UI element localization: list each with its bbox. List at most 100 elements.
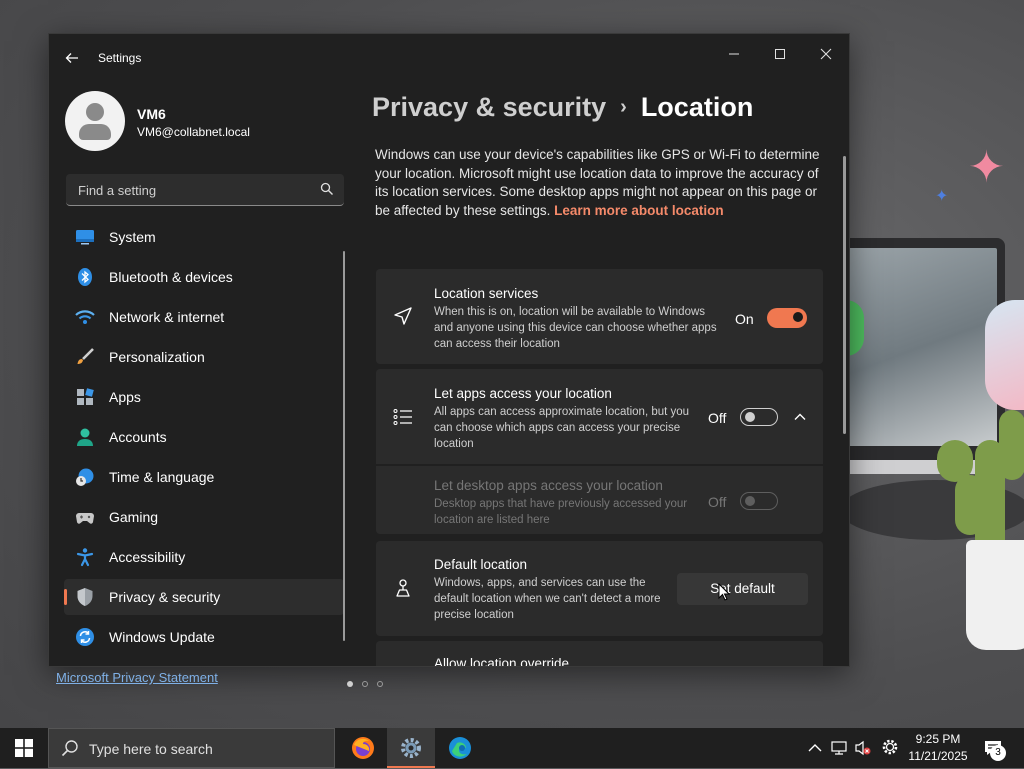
shield-icon (77, 588, 93, 606)
page-description: Windows can use your device's capabiliti… (375, 146, 830, 220)
sidebar-item-bluetooth[interactable]: Bluetooth & devices (64, 259, 344, 295)
clock-date: 11/21/2025 (908, 749, 968, 763)
apps-access-card[interactable]: Let apps access your location All apps c… (376, 369, 823, 464)
minimize-button[interactable] (711, 40, 757, 70)
sidebar-item-personalization[interactable]: Personalization (64, 339, 344, 375)
pager-dot[interactable] (362, 681, 368, 687)
breadcrumb: Privacy & security › Location (372, 92, 753, 123)
sparkle-small-icon: ✦ (935, 188, 949, 205)
navigation-arrow-icon (394, 307, 412, 325)
taskbar-app-edge[interactable] (436, 728, 484, 768)
person-icon (77, 428, 93, 446)
volume-muted-icon[interactable] (854, 739, 872, 757)
taskbar-search-box (48, 728, 335, 769)
windows-logo-icon (15, 739, 33, 757)
chevron-up-icon[interactable] (806, 739, 824, 757)
settings-search-box (66, 174, 344, 206)
content-scrollbar[interactable] (843, 156, 846, 434)
card-title: Location services (434, 286, 539, 301)
sidebar-item-system[interactable]: System (64, 219, 344, 255)
wallpaper-cactus (935, 400, 1024, 560)
person-pin-icon (396, 579, 410, 597)
chevron-right-icon: › (620, 96, 627, 118)
sidebar-item-label: Network & internet (109, 309, 225, 325)
card-title: Let desktop apps access your location (434, 478, 663, 493)
sidebar-item-label: Accounts (109, 429, 167, 445)
taskbar-search-input[interactable] (87, 729, 321, 769)
back-button[interactable] (61, 47, 83, 69)
chevron-up-icon[interactable] (793, 410, 807, 424)
search-input[interactable] (76, 174, 310, 206)
desktop-apps-card: Let desktop apps access your location De… (376, 466, 823, 534)
maximize-button[interactable] (757, 40, 803, 70)
location-services-toggle[interactable] (767, 308, 807, 328)
wallpaper-pink-shape (985, 300, 1024, 410)
taskbar-app-settings[interactable] (387, 728, 435, 768)
learn-more-link[interactable]: Learn more about location (554, 203, 724, 218)
gamepad-icon (76, 513, 94, 524)
sidebar-item-privacy-security[interactable]: Privacy & security (64, 579, 344, 615)
sidebar-item-network[interactable]: Network & internet (64, 299, 344, 335)
pager-dot-active[interactable] (347, 681, 353, 687)
pager-dot[interactable] (377, 681, 383, 687)
wifi-icon (75, 310, 95, 324)
maximize-icon (775, 49, 785, 59)
network-icon[interactable] (830, 739, 848, 757)
globe-clock-icon (76, 468, 94, 486)
search-icon[interactable] (320, 182, 334, 196)
apps-access-toggle[interactable] (740, 408, 778, 426)
sidebar-scrollbar[interactable] (343, 251, 345, 641)
taskbar-app-firefox[interactable] (339, 728, 387, 768)
sidebar-item-label: Apps (109, 389, 141, 405)
settings-window: Settings VM6 VM6@collabnet.local System … (48, 33, 850, 667)
user-email: VM6@collabnet.local (137, 125, 250, 139)
location-services-card: Location services When this is on, locat… (376, 269, 823, 364)
app-title: Settings (98, 51, 142, 65)
toggle-state-label: Off (708, 494, 727, 510)
sparkle-icon: ✦ (968, 143, 1005, 192)
sidebar-item-label: Time & language (109, 469, 215, 485)
edge-icon (449, 737, 471, 759)
arrow-left-icon (65, 53, 78, 63)
sidebar-item-gaming[interactable]: Gaming (64, 499, 344, 535)
card-description: All apps can access approximate location… (434, 406, 690, 450)
close-icon (820, 48, 832, 60)
accessibility-icon (76, 548, 94, 567)
title-bar: Settings (49, 34, 849, 82)
sidebar-item-label: Bluetooth & devices (109, 269, 233, 285)
sidebar-item-label: Gaming (109, 509, 159, 525)
card-description: When this is on, location will be availa… (434, 306, 717, 350)
firefox-icon (352, 737, 374, 759)
sidebar-item-time-language[interactable]: Time & language (64, 459, 344, 495)
update-icon (76, 628, 94, 646)
set-default-button[interactable]: Set default (677, 573, 808, 605)
sidebar-item-apps[interactable]: Apps (64, 379, 344, 415)
settings-gear-icon (401, 738, 421, 758)
pager-dots (347, 674, 392, 692)
page-title: Location (640, 92, 754, 122)
sidebar-nav: System Bluetooth & devices Network & int… (64, 219, 344, 659)
brush-icon (77, 348, 94, 364)
close-button[interactable] (803, 40, 849, 70)
privacy-statement-link[interactable]: Microsoft Privacy Statement (56, 670, 218, 685)
sidebar-item-accounts[interactable]: Accounts (64, 419, 344, 455)
desktop-apps-toggle[interactable] (740, 492, 778, 510)
sidebar-item-windows-update[interactable]: Windows Update (64, 619, 344, 655)
sidebar-item-label: Windows Update (109, 629, 215, 645)
default-location-card: Default location Windows, apps, and serv… (376, 541, 823, 636)
start-button[interactable] (0, 728, 48, 768)
card-title: Allow location override (434, 656, 570, 667)
taskbar-clock[interactable]: 9:25 PM 11/21/2025 (906, 731, 970, 765)
avatar[interactable] (65, 91, 125, 151)
sidebar-item-label: Personalization (109, 349, 205, 365)
bluetooth-icon (78, 268, 92, 286)
apps-icon (77, 388, 94, 405)
sidebar-item-accessibility[interactable]: Accessibility (64, 539, 344, 575)
breadcrumb-parent[interactable]: Privacy & security (372, 92, 606, 122)
toggle-state-label: On (735, 311, 754, 327)
search-icon (61, 740, 78, 757)
notification-count-badge: 3 (990, 745, 1006, 761)
location-override-card[interactable]: Allow location override (376, 641, 823, 667)
sidebar-item-label: Privacy & security (109, 589, 221, 605)
gear-icon[interactable] (881, 738, 899, 756)
